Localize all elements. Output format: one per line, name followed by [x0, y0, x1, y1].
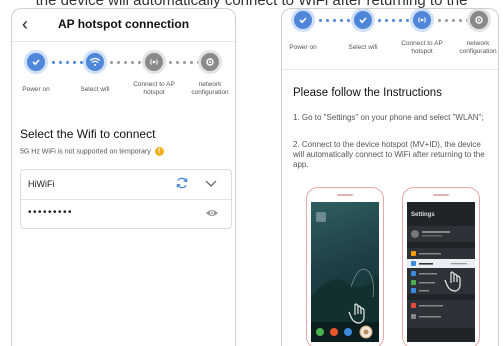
- progress-dots: [319, 19, 357, 22]
- section-title: Select the Wifi to connect: [20, 127, 156, 141]
- instruction-step-1: 1. Go to "Settings" on your phone and se…: [293, 113, 484, 122]
- password-field[interactable]: •••••••••: [28, 207, 73, 218]
- warning-icon: !: [154, 147, 164, 156]
- step-label: network configuration: [191, 81, 229, 97]
- instructions-title: Please follow the Instructions: [293, 87, 442, 99]
- gear-icon: [470, 11, 488, 29]
- progress-dots: [110, 61, 148, 64]
- step-label: Connect to AP hotspot: [401, 40, 443, 56]
- nav-bar: ‹ AP hotspot connection: [12, 9, 235, 39]
- phone-speaker: [433, 194, 449, 196]
- wifi-note-text: 5G Hz WiFi is not supported on temporary: [20, 148, 151, 156]
- chevron-down-icon[interactable]: [205, 178, 217, 188]
- gear-icon: [201, 53, 219, 71]
- home-screen: [311, 202, 379, 342]
- instruction-step-2: 2. Connect to the device hotspot (MV+ID)…: [293, 140, 485, 169]
- settings-screen: Settings: [407, 202, 475, 342]
- eye-icon[interactable]: [205, 208, 219, 218]
- phone-settings-illustration: Settings: [402, 187, 480, 346]
- instructions-screen: Power on Select wifi Connect to AP hotsp…: [281, 8, 499, 346]
- refresh-icon[interactable]: [175, 176, 189, 190]
- settings-list-art: [407, 226, 475, 328]
- step-label: Power on: [289, 44, 317, 51]
- home-screen-art: [311, 212, 379, 342]
- wifi-form: HiWiFi •••••••••: [20, 169, 232, 229]
- wifi-name-field[interactable]: HiWiFi: [28, 179, 55, 189]
- page-title: AP hotspot connection: [57, 17, 190, 31]
- wifi-icon: [86, 53, 104, 71]
- divider: [282, 69, 498, 70]
- step-label: network configuration: [459, 40, 497, 56]
- hotspot-icon: [413, 11, 431, 29]
- step-label: Select wifi: [80, 86, 110, 93]
- divider: [12, 41, 235, 42]
- step-label: Select wifi: [348, 44, 378, 51]
- phone-home-illustration: [306, 187, 384, 346]
- check-icon: [294, 11, 312, 29]
- progress-dots: [378, 19, 416, 22]
- wifi-note: 5G Hz WiFi is not supported on temporary…: [20, 147, 164, 156]
- divider: [21, 199, 231, 200]
- check-icon: [354, 11, 372, 29]
- step-label: Power on: [22, 86, 50, 93]
- phone-speaker: [337, 194, 353, 196]
- progress-dots: [52, 61, 90, 64]
- step-label: Connect to AP hotspot: [133, 81, 175, 97]
- ap-hotspot-screen: ‹ AP hotspot connection Power on Select …: [11, 8, 236, 346]
- check-icon: [27, 53, 45, 71]
- hotspot-icon: [145, 53, 163, 71]
